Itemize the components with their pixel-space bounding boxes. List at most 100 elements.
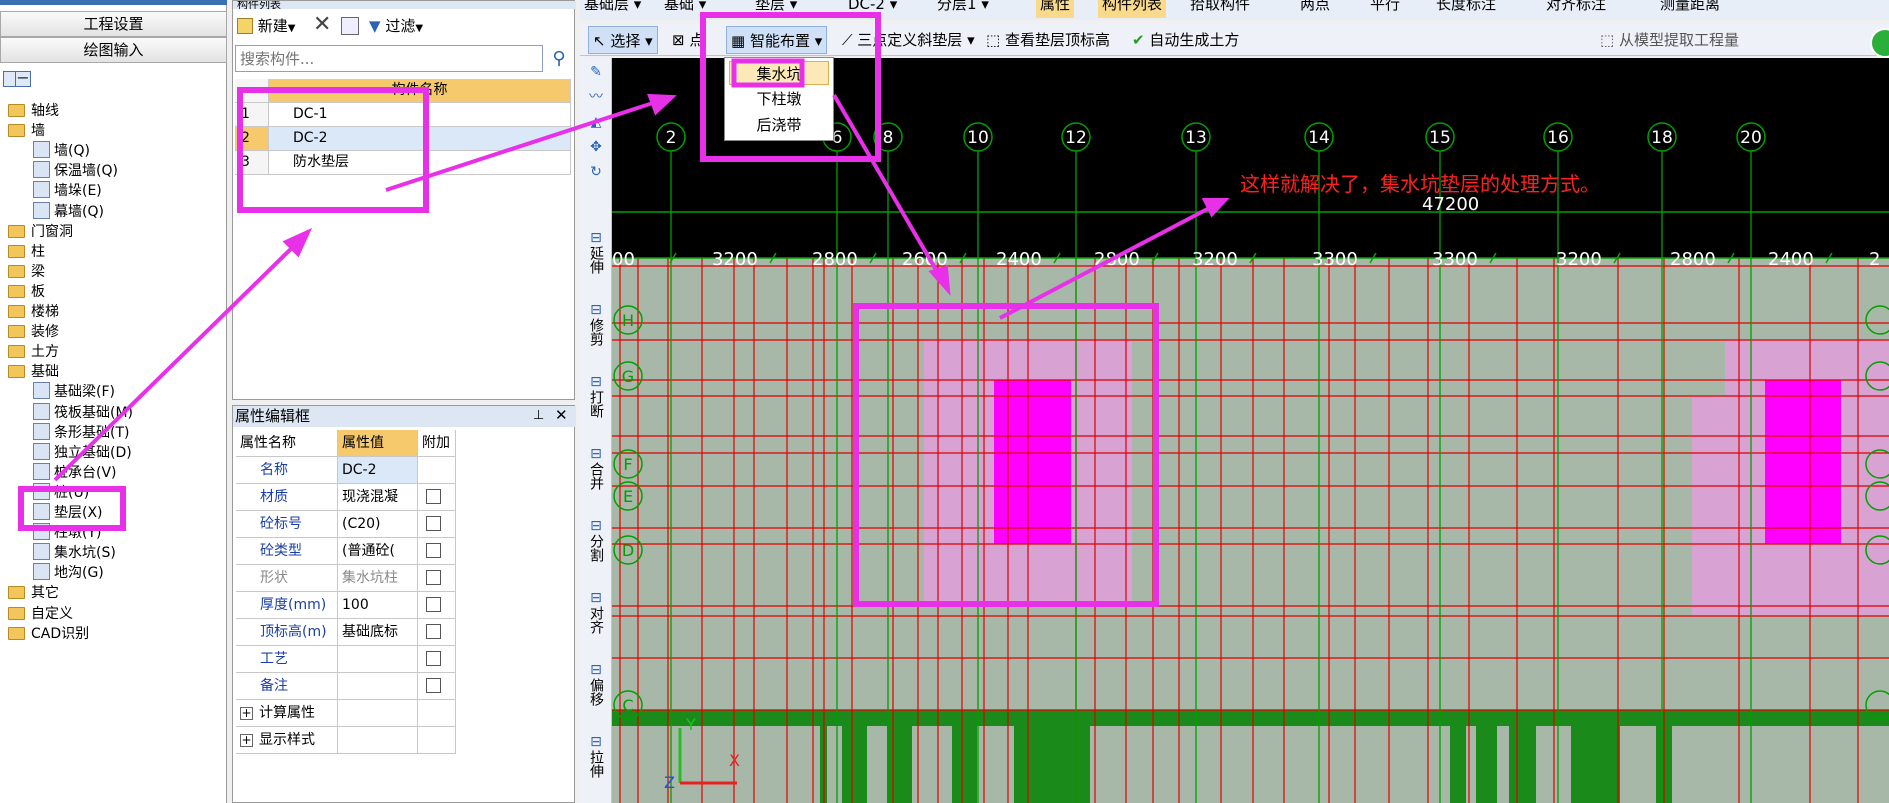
tree-item-24[interactable]: 其它 <box>8 583 59 603</box>
search-input[interactable] <box>235 45 543 72</box>
tree-item-16[interactable]: 条形基础(T) <box>33 422 129 443</box>
component-row-name[interactable]: DC-2 <box>269 127 571 151</box>
auto-earthwork-button[interactable]: ✔ 自动生成土方 <box>1132 26 1239 54</box>
vtool-5[interactable]: ⊟ 对齐 <box>583 590 609 634</box>
tree-item-20[interactable]: 垫层(X) <box>33 503 103 523</box>
tree-item-14[interactable]: 基础梁(F) <box>33 382 115 402</box>
property-value[interactable] <box>338 727 418 754</box>
extra-checkbox[interactable] <box>426 624 441 639</box>
new-button[interactable]: 新建▼ <box>237 13 296 39</box>
cad-drawing[interactable]: 2 6 8 10 12 13 14 15 16 18 20 47200 00 3200 2800 2600… <box>612 58 1889 803</box>
tree-item-13[interactable]: 基础 <box>8 362 59 382</box>
tree-item-0[interactable]: 轴线 <box>8 101 59 121</box>
component-list-button[interactable]: 构件列表 <box>1098 0 1167 18</box>
copy-icon[interactable] <box>341 17 359 35</box>
property-value[interactable] <box>338 673 418 700</box>
drawing-input-button[interactable]: 绘图输入 <box>0 37 227 63</box>
length-mark-button[interactable]: 长度标注 <box>1436 0 1496 18</box>
expand-plus-icon[interactable]: + <box>240 707 253 720</box>
component-combo[interactable]: DC-2 ▾ <box>848 0 897 18</box>
property-value[interactable]: 现浇混凝 <box>338 484 418 511</box>
tree-item-5[interactable]: 幕墙(Q) <box>33 201 104 222</box>
tree-item-23[interactable]: 地沟(G) <box>33 563 104 583</box>
property-value[interactable]: 集水坑柱 <box>338 565 418 592</box>
tree-item-25[interactable]: 自定义 <box>8 604 73 624</box>
component-row-name[interactable]: DC-1 <box>269 103 571 127</box>
tree-item-8[interactable]: 梁 <box>8 262 45 282</box>
tree-item-7[interactable]: 柱 <box>8 242 45 262</box>
tree-item-17[interactable]: 独立基础(D) <box>33 442 132 463</box>
tree-item-9[interactable]: 板 <box>8 282 45 302</box>
rotate-icon[interactable]: ↻ <box>583 164 609 184</box>
pencil-icon[interactable]: ✎ <box>583 64 609 84</box>
extra-checkbox[interactable] <box>426 651 441 666</box>
vtool-2[interactable]: ⊟ 打断 <box>583 374 609 418</box>
vtool-7[interactable]: ⊟ 拉伸 <box>583 734 609 778</box>
property-value[interactable]: (C20) <box>338 511 418 538</box>
measure-button[interactable]: 测量距离 <box>1660 0 1720 18</box>
layer-combo[interactable]: 分层1 ▾ <box>937 0 989 18</box>
search-icon[interactable]: ⚲ <box>545 45 573 72</box>
delete-icon[interactable]: ✕ <box>313 13 331 37</box>
mirror-icon[interactable]: ◭ <box>583 114 609 134</box>
status-ball-icon[interactable] <box>1870 28 1889 58</box>
extra-checkbox[interactable] <box>426 543 441 558</box>
property-value[interactable] <box>338 700 418 727</box>
tree-item-26[interactable]: CAD识别 <box>8 624 89 644</box>
property-value[interactable]: DC-2 <box>338 457 418 484</box>
vtool-1[interactable]: ⊟ 修剪 <box>583 302 609 346</box>
tree-item-21[interactable]: 柱墩(Y) <box>33 523 101 543</box>
select-button[interactable]: ↖ 选择 ▾ <box>588 26 658 54</box>
tree-item-4[interactable]: 墙垛(E) <box>33 181 102 201</box>
parallel-button[interactable]: 平行 <box>1370 0 1400 18</box>
tree-item-11[interactable]: 装修 <box>8 322 59 342</box>
tree-item-10[interactable]: 楼梯 <box>8 302 59 322</box>
tree-item-22[interactable]: 集水坑(S) <box>33 543 116 563</box>
property-value[interactable]: 100 <box>338 592 418 619</box>
tree-item-3[interactable]: 保温墙(Q) <box>33 161 118 181</box>
collapse-all-icon[interactable]: − <box>15 70 31 87</box>
three-point-slope-button[interactable]: ⟋ 三点定义斜垫层 ▾ <box>842 26 975 54</box>
two-points-button[interactable]: 两点 <box>1300 0 1330 18</box>
tree-item-19[interactable]: 桩(U) <box>33 482 89 503</box>
menu-item-lower-pier[interactable]: 下柱墩 <box>729 87 829 111</box>
tree-item-15[interactable]: 筏板基础(M) <box>33 402 133 423</box>
close-icon[interactable]: ✕ <box>555 406 568 424</box>
smart-layout-button[interactable]: ▦ 智能布置 ▾ <box>726 26 828 54</box>
component-row-name[interactable]: 防水垫层 <box>269 151 571 175</box>
pin-icon[interactable]: ⊥ <box>533 408 544 423</box>
extract-quantity-button[interactable]: ⬚ 从模型提取工程量 <box>1600 26 1739 54</box>
property-value[interactable]: 基础底标 <box>338 619 418 646</box>
view-top-elevation-button[interactable]: ⬚ 查看垫层顶标高 <box>986 26 1110 54</box>
column-header-name[interactable]: 构件名称 <box>269 79 571 103</box>
properties-button[interactable]: 属性 <box>1036 0 1075 18</box>
tree-item-18[interactable]: 桩承台(V) <box>33 462 117 483</box>
wave-icon[interactable]: 〰 <box>583 89 609 109</box>
pick-component-button[interactable]: 拾取构件 <box>1190 0 1250 18</box>
tree-item-2[interactable]: 墙(Q) <box>33 141 90 161</box>
vtool-0[interactable]: ⊟ 延伸 <box>583 230 609 274</box>
tree-item-1[interactable]: 墙 <box>8 121 45 141</box>
extra-checkbox[interactable] <box>426 570 441 585</box>
extra-checkbox[interactable] <box>426 597 441 612</box>
extra-checkbox[interactable] <box>426 516 441 531</box>
tree-item-12[interactable]: 土方 <box>8 342 59 362</box>
extra-checkbox[interactable] <box>426 678 441 693</box>
property-value[interactable] <box>338 646 418 673</box>
vtool-6[interactable]: ⊟ 偏移 <box>583 662 609 706</box>
align-mark-button[interactable]: 对齐标注 <box>1546 0 1606 18</box>
expand-plus-icon[interactable]: + <box>240 734 253 747</box>
tree-item-6[interactable]: 门窗洞 <box>8 222 73 242</box>
type-combo[interactable]: 垫层 ▾ <box>755 0 797 18</box>
menu-item-post-cast-strip[interactable]: 后浇带 <box>729 113 829 137</box>
point-button[interactable]: ⊠ 点 <box>672 26 704 54</box>
vtool-4[interactable]: ⊟ 分割 <box>583 518 609 562</box>
property-value[interactable]: (普通砼( <box>338 538 418 565</box>
drawing-canvas[interactable]: 2 6 8 10 12 13 14 15 16 18 20 47200 00 3200 2800 2600… <box>612 58 1889 803</box>
move-icon[interactable]: ✥ <box>583 139 609 159</box>
filter-button[interactable]: ▼ 过滤▼ <box>369 13 423 39</box>
category-combo[interactable]: 基础 ▾ <box>664 0 706 18</box>
vtool-3[interactable]: ⊟ 合并 <box>583 446 609 490</box>
floor-combo[interactable]: 基础层 ▾ <box>584 0 641 18</box>
extra-checkbox[interactable] <box>426 489 441 504</box>
